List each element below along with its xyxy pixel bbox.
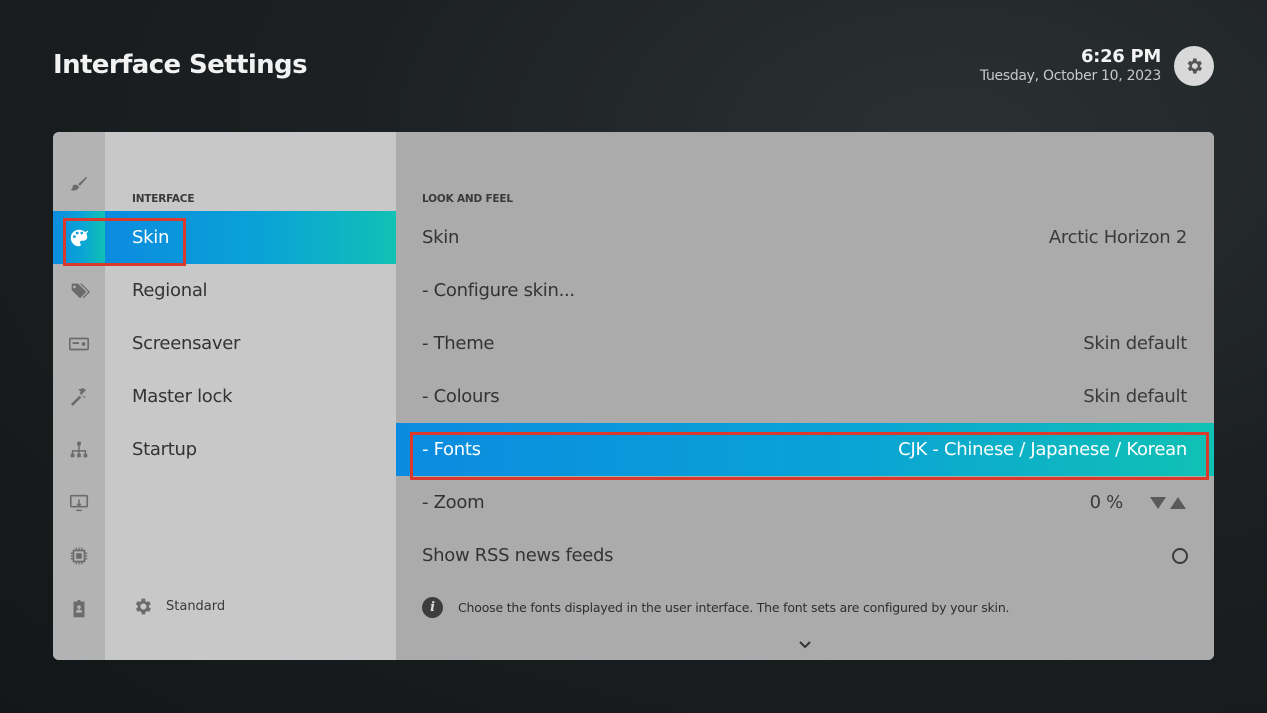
setting-label: - Colours: [422, 386, 500, 407]
setting-description: i Choose the fonts displayed in the user…: [422, 597, 1010, 618]
setting-label: Show RSS news feeds: [422, 545, 614, 566]
category-master-lock[interactable]: Master lock: [105, 370, 396, 423]
annotation-box-skin: [63, 218, 186, 266]
settings-list: LOOK AND FEEL Skin Arctic Horizon 2 - Co…: [396, 132, 1214, 660]
description-text: Choose the fonts displayed in the user i…: [458, 600, 1010, 615]
settings-level-button[interactable]: Standard: [132, 596, 225, 617]
setting-configure-skin[interactable]: - Configure skin...: [396, 264, 1214, 317]
screensaver-icon[interactable]: [53, 317, 105, 370]
gear-icon: [135, 598, 151, 615]
category-section-label: INTERFACE: [132, 193, 195, 205]
setting-theme[interactable]: - Theme Skin default: [396, 317, 1214, 370]
settings-section-label: LOOK AND FEEL: [422, 193, 513, 205]
display-icon[interactable]: [53, 476, 105, 529]
setting-skin[interactable]: Skin Arctic Horizon 2: [396, 211, 1214, 264]
clock: 6:26 PM Tuesday, October 10, 2023: [980, 46, 1161, 84]
badge-icon[interactable]: [53, 582, 105, 635]
category-screensaver[interactable]: Screensaver: [105, 317, 396, 370]
gear-icon: [1187, 58, 1202, 74]
tags-icon[interactable]: [53, 264, 105, 317]
chip-icon[interactable]: [53, 529, 105, 582]
settings-level-label: Standard: [166, 599, 226, 614]
setting-value: 0 %: [1089, 492, 1124, 513]
annotation-box-fonts: [410, 432, 1209, 480]
setting-zoom[interactable]: - Zoom 0 %: [396, 476, 1214, 529]
zoom-up-icon[interactable]: [1169, 496, 1187, 510]
setting-label: - Zoom: [422, 492, 485, 513]
rss-toggle[interactable]: [1172, 547, 1188, 564]
page-title: Interface Settings: [53, 50, 308, 80]
setting-value: Arctic Horizon 2: [1048, 227, 1187, 248]
setting-value: Skin default: [1083, 386, 1187, 407]
setting-value: Skin default: [1083, 333, 1187, 354]
category-startup[interactable]: Startup: [105, 423, 396, 476]
chevron-down-icon[interactable]: [798, 640, 812, 650]
settings-button[interactable]: [1174, 46, 1214, 86]
clock-date: Tuesday, October 10, 2023: [979, 68, 1161, 84]
category-list: INTERFACE Skin Regional Screensaver Mast…: [105, 132, 396, 660]
setting-rss-feeds[interactable]: Show RSS news feeds: [396, 529, 1214, 582]
clock-time: 6:26 PM: [1080, 46, 1161, 67]
setting-label: Skin: [422, 227, 460, 248]
icon-rail: [53, 132, 105, 660]
category-regional[interactable]: Regional: [105, 264, 396, 317]
info-icon: i: [422, 597, 443, 618]
setting-label: - Configure skin...: [422, 280, 575, 301]
brush-icon[interactable]: [53, 158, 105, 211]
settings-panel: INTERFACE Skin Regional Screensaver Mast…: [53, 132, 1214, 660]
setting-label: - Theme: [422, 333, 495, 354]
wrench-icon[interactable]: [53, 370, 105, 423]
network-icon[interactable]: [53, 423, 105, 476]
setting-colours[interactable]: - Colours Skin default: [396, 370, 1214, 423]
zoom-down-icon[interactable]: [1149, 496, 1167, 510]
